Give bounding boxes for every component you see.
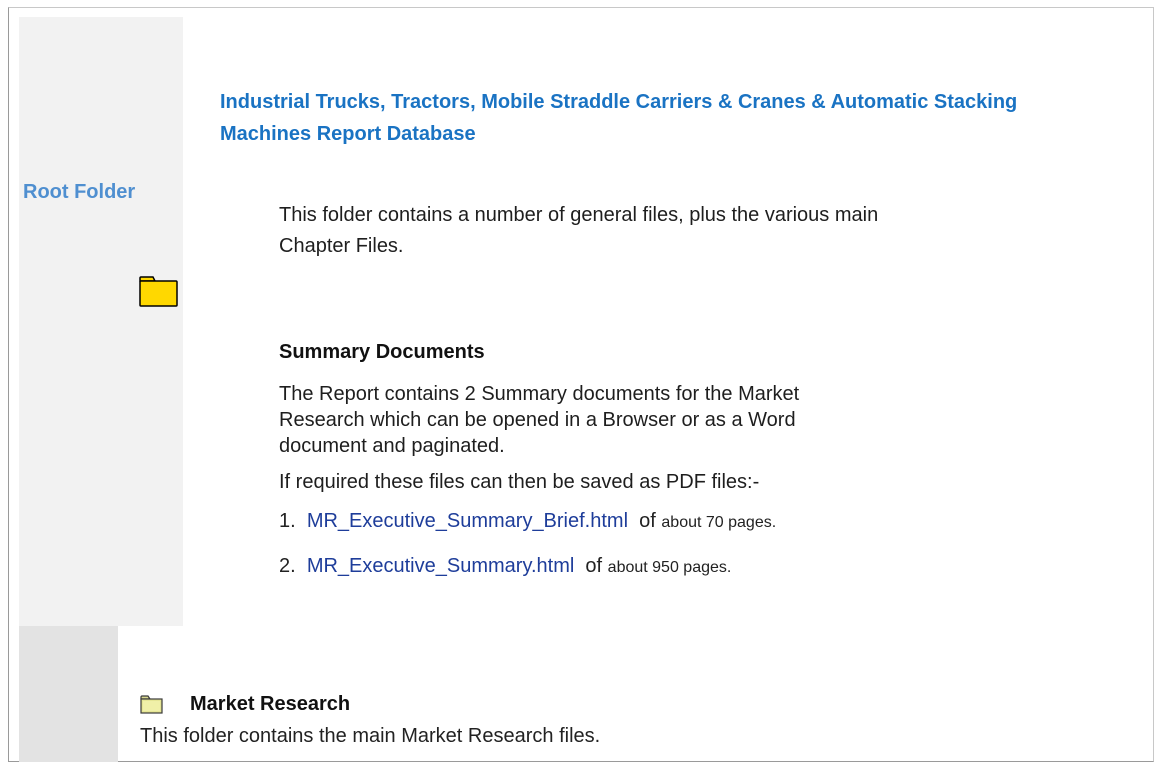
intro-text: This folder contains a number of general… <box>279 204 879 257</box>
list-item: 1. MR_Executive_Summary_Brief.html of ab… <box>279 510 776 533</box>
executive-summary-brief-link[interactable]: MR_Executive_Summary_Brief.html <box>307 510 628 532</box>
root-folder-label[interactable]: Root Folder <box>23 181 135 204</box>
sidebar-panel <box>19 17 183 626</box>
sidebar-bottom-panel <box>19 626 118 762</box>
summary-text: The Report contains 2 Summary documents … <box>279 383 800 457</box>
executive-summary-link[interactable]: MR_Executive_Summary.html <box>307 555 574 577</box>
list-item: 2. MR_Executive_Summary.html of about 95… <box>279 555 731 578</box>
folder-icon[interactable] <box>139 276 179 313</box>
summary-heading: Summary Documents <box>279 341 485 363</box>
page-title: Industrial Trucks, Tractors, Mobile Stra… <box>220 91 1018 145</box>
list-number: 2. <box>279 555 296 577</box>
list-number: 1. <box>279 510 296 532</box>
pdf-note: If required these files can then be save… <box>279 471 760 493</box>
of-text: of <box>585 555 603 577</box>
market-research-title[interactable]: Market Research <box>190 693 350 716</box>
page-count: about 70 pages. <box>661 514 777 531</box>
market-research-description: This folder contains the main Market Res… <box>140 725 601 747</box>
page-count: about 950 pages. <box>607 559 732 576</box>
folder-icon[interactable] <box>140 695 164 720</box>
of-text: of <box>639 510 656 532</box>
